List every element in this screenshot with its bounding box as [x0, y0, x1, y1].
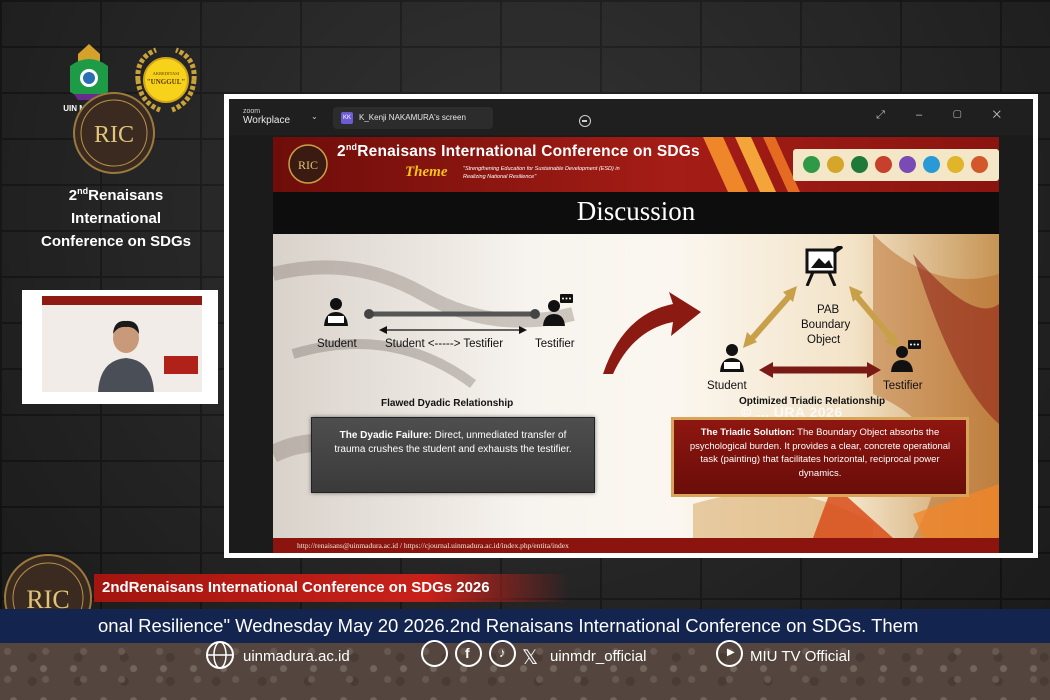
object-label: Object	[807, 334, 841, 346]
slide-header: RIC 2ndRenaisans International Conferenc…	[273, 137, 999, 192]
partner-logo-icon	[851, 156, 868, 173]
testifier-icon	[891, 340, 921, 372]
side-title-sup: nd	[77, 186, 89, 196]
right-testifier-label: Testifier	[883, 380, 923, 392]
social-handle[interactable]: uinmdr_official	[550, 648, 646, 665]
slide-title-rest: Renaisans International Conference on SD…	[357, 143, 700, 161]
dyadic-caption: Flawed Dyadic Relationship	[381, 398, 514, 409]
lower-third-title-bar: 2ndRenaisans International Conference on…	[94, 574, 570, 602]
boundary-label: Boundary	[801, 319, 851, 331]
slide-conference-title: 2ndRenaisans International Conference on…	[337, 142, 700, 161]
youtube-channel[interactable]: MIU TV Official	[750, 648, 850, 665]
partner-logo-icon	[923, 156, 940, 173]
globe-icon	[206, 641, 234, 669]
slide-footer-links: http://renaisans@uinmadura.ac.id / https…	[273, 538, 999, 553]
dyadic-box-title: The Dyadic Failure:	[339, 430, 432, 441]
conference-side-title: 2ndRenaisans International Conference on…	[36, 180, 196, 253]
news-ticker: onal Resilience" Wednesday May 20 2026.2…	[0, 609, 1050, 643]
user-initials-badge: KK	[341, 112, 353, 124]
student-icon	[720, 344, 744, 372]
slide-ric-logo: RIC	[288, 144, 328, 184]
zoom-workplace-brand: zoom Workplace	[243, 108, 290, 127]
student-icon	[324, 298, 348, 326]
right-student-label: Student	[707, 380, 747, 392]
partner-logo-icon	[875, 156, 892, 173]
triadic-solution-box: The Triadic Solution: The Boundary Objec…	[671, 417, 969, 497]
slide-title-sup: nd	[345, 142, 358, 152]
youtube-icon[interactable]: ▶	[716, 640, 743, 667]
side-title-line3: Conference on SDGs	[40, 233, 192, 250]
partner-logo-icon	[947, 156, 964, 173]
side-title-num: 2	[68, 187, 78, 204]
partner-logo-icon	[827, 156, 844, 173]
zoom-window: zoom Workplace ⌄ KK K_Kenji NAKAMURA's s…	[229, 99, 1033, 553]
instagram-icon[interactable]	[421, 640, 448, 667]
partner-logo-icon	[803, 156, 820, 173]
screen-share-frame: zoom Workplace ⌄ KK K_Kenji NAKAMURA's s…	[224, 94, 1038, 558]
chevron-down-icon[interactable]: ⌄	[311, 112, 318, 121]
dyadic-failure-box: The Dyadic Failure: Direct, unmediated t…	[311, 417, 595, 493]
zoom-brand-top: zoom	[243, 108, 261, 115]
slide-ric-text: RIC	[298, 158, 318, 172]
participant-video-thumbnail[interactable]	[22, 290, 218, 404]
partner-logos-strip	[793, 149, 999, 181]
left-arrow-label: Student <-----> Testifier	[385, 338, 504, 350]
slide-discussion-title: Discussion	[576, 196, 696, 226]
zoom-title-bar: zoom Workplace ⌄ KK K_Kenji NAKAMURA's s…	[229, 99, 1033, 135]
slide-title-num: 2	[337, 143, 346, 161]
left-student-label: Student	[317, 338, 357, 350]
slide-theme-label: Theme	[405, 164, 448, 180]
stop-share-icon[interactable]	[579, 115, 591, 127]
thumbnail-nameplate	[164, 356, 198, 374]
unggul-text: "UNGGUL"	[147, 78, 186, 86]
testifier-icon	[543, 294, 573, 326]
tiktok-icon[interactable]: ♪	[489, 640, 516, 667]
zoom-brand-main: Workplace	[243, 115, 291, 126]
participant-video-feed	[42, 296, 202, 392]
triadic-box-title: The Triadic Solution:	[700, 427, 795, 438]
shared-screen-tab[interactable]: KK K_Kenji NAKAMURA's screen	[333, 107, 591, 129]
website-link[interactable]: uinmadura.ac.id	[243, 648, 350, 665]
side-title-word: Renaisans	[88, 187, 164, 204]
window-controls[interactable]: ⤢ – ▢ ✕	[876, 109, 1015, 122]
facebook-icon[interactable]: f	[455, 640, 482, 667]
lower-third-title: 2ndRenaisans International Conference on…	[102, 579, 490, 596]
slide-theme-text: "Strengthening Education for Sustainable…	[463, 166, 620, 180]
thumbnail-header-bar	[42, 296, 202, 305]
easel-painting-icon	[805, 246, 843, 286]
pab-label: PAB	[817, 304, 840, 316]
partner-logo-icon	[899, 156, 916, 173]
presenter-avatar	[98, 320, 154, 392]
ric-emblem-text: RIC	[94, 122, 134, 148]
slide-diagram-area: Student Student <-----> Testifier Testif…	[273, 234, 999, 538]
ric-emblem-logo: RIC	[73, 92, 155, 174]
side-title-line2: International	[70, 210, 161, 227]
ticker-text: onal Resilience" Wednesday May 20 2026.2…	[98, 615, 919, 636]
partner-logo-icon	[971, 156, 988, 173]
presentation-slide: RIC 2ndRenaisans International Conferenc…	[273, 137, 999, 553]
x-twitter-icon[interactable]: 𝕏	[522, 645, 538, 670]
shared-screen-title: K_Kenji NAKAMURA's screen	[359, 113, 466, 122]
left-testifier-label: Testifier	[535, 338, 575, 350]
unggul-top-text: AKREDITASI	[153, 71, 180, 76]
